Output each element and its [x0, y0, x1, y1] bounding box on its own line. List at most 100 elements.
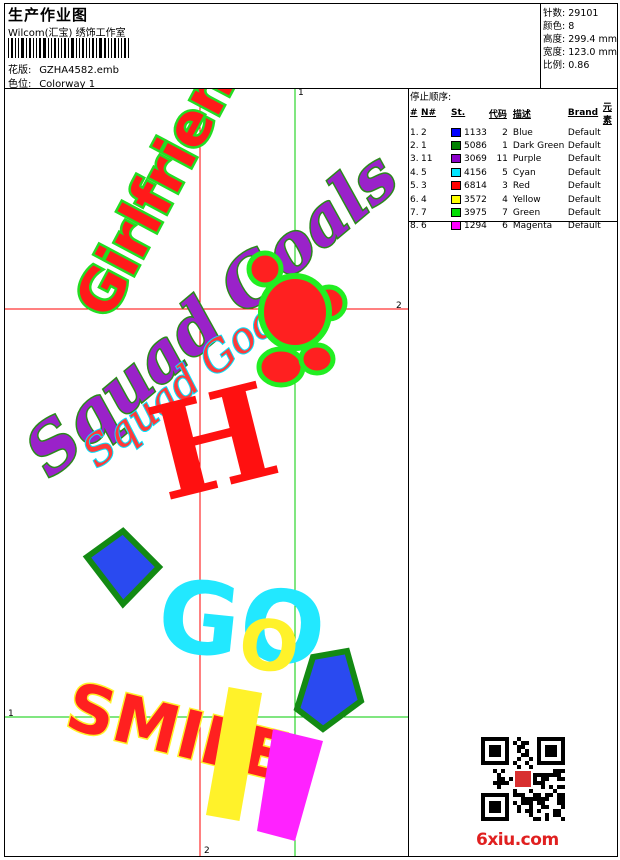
design-word-go-yellow: O [235, 602, 303, 690]
row-brand: Default [567, 154, 601, 165]
qr-code [481, 737, 565, 821]
row-element [602, 206, 620, 219]
row-description: Purple [512, 154, 542, 165]
row-description: Yellow [512, 194, 541, 205]
row-brand: Default [567, 181, 601, 192]
row-code: 3 [502, 181, 508, 192]
watermark-logo: 6xiu.com [476, 830, 559, 850]
color-swatch [451, 141, 461, 151]
row-needle: 11 [421, 154, 433, 165]
color-swatch [451, 154, 461, 164]
row-index: 2. [410, 141, 419, 152]
col-description: 描述 [512, 109, 531, 120]
row-brand: Default [567, 194, 601, 205]
company-name: Wilcom(汇宝) 绣饰工作室 [8, 28, 126, 39]
design-word-smile: SMILE [58, 666, 298, 798]
row-description: Green [512, 208, 541, 219]
row-needle: 3 [421, 181, 427, 192]
row-needle: 4 [421, 194, 427, 205]
row-brand: Default [567, 127, 601, 138]
table-row: 6. 4 3572 4 Yellow Default [409, 193, 620, 206]
axis-label-bottom: 2 [204, 846, 210, 856]
color-swatch [451, 181, 461, 191]
design-file: 花版: GZHA4582.emb [8, 61, 119, 76]
row-description: Red [512, 181, 531, 192]
row-index: 4. [410, 167, 419, 178]
row-element [602, 126, 620, 139]
row-needle: 6 [421, 221, 427, 232]
row-stitches: 6814 [450, 180, 488, 193]
spec-stitches: 针数: 29101 [543, 8, 599, 19]
row-stitches: 3572 [450, 193, 488, 206]
row-description: Magenta [512, 221, 553, 232]
row-index: 5. [410, 181, 419, 192]
col-code: 代码 [488, 109, 507, 120]
spec-divider [540, 3, 541, 89]
row-code: 7 [502, 208, 508, 219]
axis-label-left: 1 [8, 709, 14, 719]
color-swatch [451, 127, 461, 137]
design-file-label: 花版: [8, 65, 32, 76]
row-stitches: 5086 [450, 139, 488, 152]
row-stitches: 4156 [450, 166, 488, 179]
color-swatch [451, 194, 461, 204]
row-element [602, 180, 620, 193]
spec-scale: 比例: 0.86 [543, 60, 590, 71]
colorway-label: 色位: [8, 79, 32, 90]
row-description: Blue [512, 127, 533, 138]
row-stitches: 3975 [450, 206, 488, 219]
spec-width: 宽度: 123.0 mm [543, 47, 617, 58]
row-element [602, 193, 620, 206]
row-needle: 1 [421, 141, 427, 152]
spec-colors: 颜色: 8 [543, 21, 575, 32]
row-code: 11 [496, 154, 508, 165]
page-title: 生产作业图 [8, 6, 89, 24]
table-row: 3. 11 3069 11 Purple Default [409, 153, 620, 166]
table-row: 8. 6 1294 6 Magenta Default [409, 220, 620, 233]
row-stitches: 3069 [450, 153, 488, 166]
color-swatch [451, 208, 461, 218]
color-swatch [451, 167, 461, 177]
barcode [8, 38, 151, 58]
axis-label-top: 1 [298, 88, 304, 98]
row-description: Cyan [512, 167, 536, 178]
row-element [602, 166, 620, 179]
row-needle: 7 [421, 208, 427, 219]
row-element [602, 153, 620, 166]
row-element [602, 139, 620, 152]
axis-label-right: 2 [396, 301, 402, 311]
row-index: 7. [410, 208, 419, 219]
table-row: 1. 2 1133 2 Blue Default [409, 126, 620, 139]
table-row: 2. 1 5086 1 Dark Green Default [409, 139, 620, 152]
row-stitches: 1133 [450, 126, 488, 139]
row-code: 6 [502, 221, 508, 232]
svg-text:O: O [235, 602, 303, 690]
spec-height: 高度: 299.4 mm [543, 34, 617, 45]
row-index: 1. [410, 127, 419, 138]
col-element: 元素 [602, 103, 612, 126]
row-element [602, 220, 620, 233]
table-row: 5. 3 6814 3 Red Default [409, 180, 620, 193]
row-index: 8. [410, 221, 419, 232]
col-brand: Brand [567, 108, 599, 118]
table-row: 7. 7 3975 7 Green Default [409, 206, 620, 219]
row-code: 4 [502, 194, 508, 205]
row-brand: Default [567, 221, 601, 232]
colorway: 色位: Colorway 1 [8, 75, 95, 90]
col-index: # [410, 108, 418, 118]
stop-sequence-table: # N# St. 代码 描述 Brand 元素 1. 2 1133 2 Blue Defa… [409, 100, 620, 233]
embroidery-preview: Girlfriend Squad Goals Squad Goals H GO … [5, 89, 408, 856]
row-brand: Default [567, 167, 601, 178]
row-stitches: 1294 [450, 220, 488, 233]
row-needle: 2 [421, 127, 427, 138]
design-diamond-left [82, 527, 164, 609]
row-brand: Default [567, 208, 601, 219]
row-description: Dark Green [512, 141, 565, 152]
row-index: 3. [410, 154, 419, 165]
color-swatch [451, 221, 461, 231]
table-row: 4. 5 4156 5 Cyan Default [409, 166, 620, 179]
row-code: 2 [502, 127, 508, 138]
col-needle: N# [421, 108, 437, 118]
row-brand: Default [567, 141, 601, 152]
row-code: 1 [502, 141, 508, 152]
